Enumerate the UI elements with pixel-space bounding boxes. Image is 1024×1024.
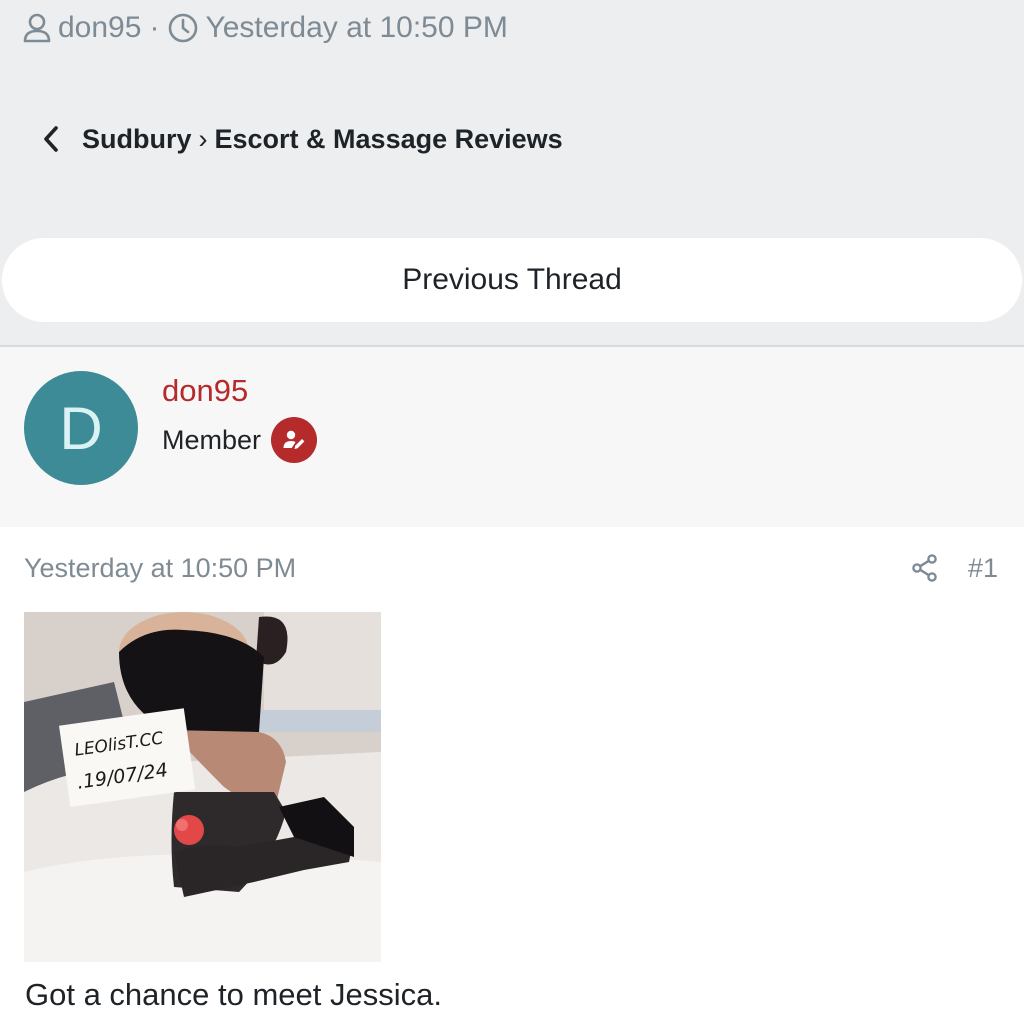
member-badge-icon [271,417,318,463]
author-role: Member [162,417,318,463]
post-body: Yesterday at 10:50 PM #1 LEOlisT.CC .19/… [0,527,1024,1024]
breadcrumb-separator: › [198,123,208,154]
breadcrumb-forum-link[interactable]: Sudbury [82,124,192,155]
post-date-link[interactable]: Yesterday at 10:50 PM [24,553,296,584]
author-name-link[interactable]: don95 [162,373,248,409]
post-actions: #1 [910,551,998,585]
breadcrumb-section-link[interactable]: Escort & Massage Reviews [215,124,563,155]
post-photo[interactable]: LEOlisT.CC .19/07/24 [24,612,381,962]
post-message: Got a chance to meet Jessica. [25,977,442,1012]
author-role-label: Member [162,424,262,455]
breadcrumb: Sudbury › Escort & Massage Reviews [40,118,563,160]
avatar-initial: D [59,394,103,462]
previous-thread-button[interactable]: Previous Thread [2,238,1022,322]
clock-icon [167,12,199,44]
avatar[interactable]: D [24,371,138,485]
post-author-block: D don95 Member [0,345,1024,529]
chevron-left-icon[interactable] [40,118,68,160]
meta-separator: · [149,11,160,44]
meta-author-link[interactable]: don95 [58,11,141,45]
meta-timestamp-link[interactable]: Yesterday at 10:50 PM [205,11,507,45]
previous-thread-label: Previous Thread [402,263,622,296]
share-icon[interactable] [910,551,940,585]
user-icon [22,12,52,44]
post-number-link[interactable]: #1 [968,553,998,584]
thread-meta: don95 · Yesterday at 10:50 PM [22,10,508,46]
